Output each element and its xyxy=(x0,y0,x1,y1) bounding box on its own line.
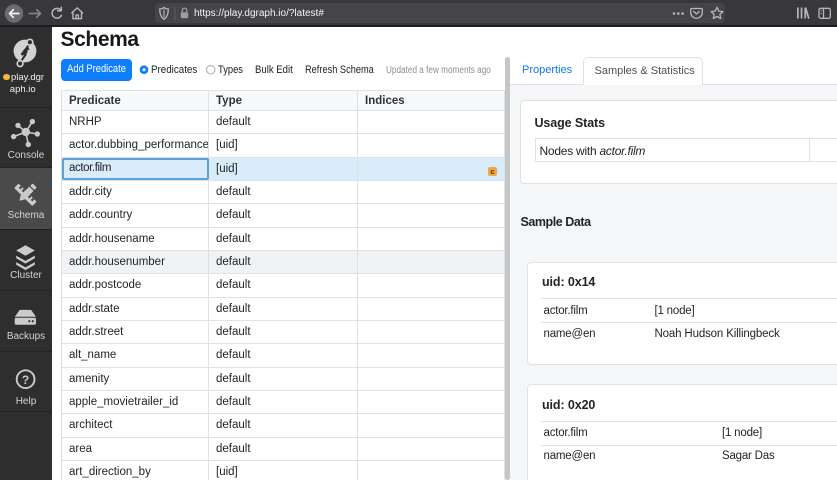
svg-text:?: ? xyxy=(22,373,29,387)
